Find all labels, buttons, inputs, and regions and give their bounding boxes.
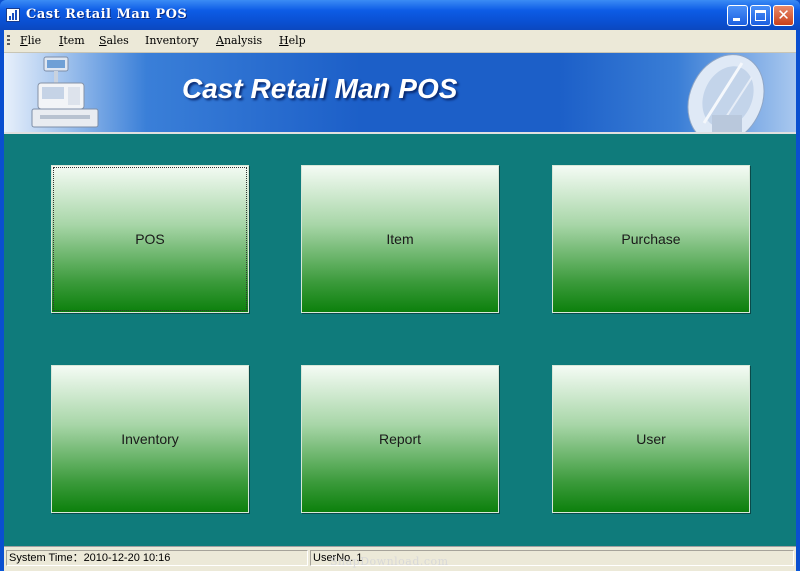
- item-button[interactable]: Item: [301, 165, 499, 313]
- menu-grip-icon[interactable]: [7, 35, 10, 47]
- app-chart-icon[interactable]: [6, 8, 20, 22]
- purchase-button-label: Purchase: [621, 231, 681, 247]
- menu-item[interactable]: Item: [59, 34, 85, 47]
- pos-button[interactable]: POS: [51, 165, 249, 313]
- maximize-button[interactable]: [750, 5, 771, 26]
- menu-analysis[interactable]: Analysis: [216, 34, 262, 47]
- inventory-button-label: Inventory: [121, 431, 179, 447]
- main-workspace: POS Item Purchase Inventory Report User: [4, 132, 796, 548]
- maximize-icon: [755, 10, 766, 21]
- window-title: Cast Retail Man POS: [26, 7, 188, 22]
- report-button[interactable]: Report: [301, 365, 499, 513]
- menu-inventory[interactable]: Inventory: [145, 34, 199, 47]
- pos-button-label: POS: [135, 231, 165, 247]
- menu-sales[interactable]: Sales: [99, 34, 129, 47]
- watermark: SnapDownload.com: [330, 555, 449, 568]
- user-button[interactable]: User: [552, 365, 750, 513]
- header-banner: Cast Retail Man POS: [4, 53, 796, 132]
- satellite-dish-icon: [687, 54, 765, 132]
- inventory-button[interactable]: Inventory: [51, 365, 249, 513]
- minimize-button[interactable]: [727, 5, 748, 26]
- menu-help[interactable]: Help: [279, 34, 306, 47]
- close-icon: ✕: [777, 6, 790, 24]
- status-system-time: System Time：2010-12-20 10:16: [6, 550, 308, 566]
- close-button[interactable]: ✕: [773, 5, 794, 26]
- user-button-label: User: [636, 431, 666, 447]
- banner-title: Cast Retail Man POS: [182, 73, 458, 104]
- title-bar[interactable]: Cast Retail Man POS ✕: [0, 0, 800, 30]
- menu-file[interactable]: Flie: [20, 34, 41, 47]
- report-button-label: Report: [378, 431, 422, 447]
- cash-register-icon: [31, 56, 99, 128]
- minimize-icon: [733, 18, 740, 21]
- purchase-button[interactable]: Purchase: [552, 165, 750, 313]
- item-button-label: Item: [386, 231, 414, 247]
- menu-bar: Flie Item Sales Inventory Analysis Help: [4, 30, 796, 53]
